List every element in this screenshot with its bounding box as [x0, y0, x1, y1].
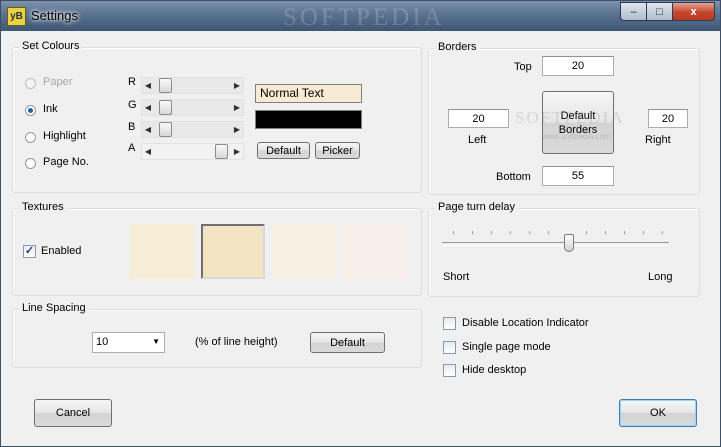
borders-title: Borders	[435, 41, 480, 53]
single-page-checkbox[interactable]	[443, 341, 456, 354]
maximize-button[interactable]: □	[646, 2, 672, 21]
set-colours-group: Set Colours Paper Ink Highlight Page No.…	[12, 40, 422, 193]
picker-button[interactable]: Picker	[315, 142, 360, 159]
slider-b[interactable]: ◀ ▶	[141, 121, 244, 138]
slider-g[interactable]: ◀ ▶	[141, 99, 244, 116]
slider-r-thumb[interactable]	[159, 78, 173, 93]
slider-right-arrow-icon[interactable]: ▶	[231, 78, 243, 93]
radio-ink-label: Ink	[43, 103, 58, 115]
channel-b-label: B	[128, 121, 136, 133]
single-page-label: Single page mode	[462, 341, 551, 353]
channel-g-label: G	[128, 99, 137, 111]
slider-right-arrow-icon[interactable]: ▶	[231, 144, 243, 159]
dialog-client: Set Colours Paper Ink Highlight Page No.…	[9, 31, 712, 439]
page-turn-delay-track[interactable]	[442, 242, 669, 246]
line-spacing-unit-label: (% of line height)	[195, 336, 278, 348]
channel-a-label: A	[128, 142, 136, 154]
page-turn-delay-title: Page turn delay	[435, 201, 519, 213]
textures-enabled-checkbox[interactable]: ✓	[23, 245, 36, 258]
border-bottom-input[interactable]: 55	[542, 166, 614, 186]
textures-title: Textures	[19, 201, 67, 213]
slider-left-arrow-icon[interactable]: ◀	[142, 122, 154, 137]
hide-desktop-checkbox[interactable]	[443, 364, 456, 377]
slider-b-thumb[interactable]	[159, 122, 173, 137]
chevron-down-icon[interactable]: ▼	[152, 337, 160, 346]
border-top-label: Top	[514, 61, 532, 73]
page-turn-delay-thumb[interactable]	[564, 234, 575, 252]
channel-r-label: R	[128, 76, 136, 88]
window-title: Settings	[31, 8, 78, 23]
textures-group: Textures ✓ Enabled	[12, 201, 422, 296]
page-turn-delay-group: Page turn delay Short Long	[428, 201, 700, 297]
watermark: SOFTPEDIA	[283, 4, 445, 31]
radio-page-no[interactable]	[25, 158, 36, 169]
ok-button[interactable]: OK	[619, 399, 697, 427]
colour-default-button[interactable]: Default	[257, 142, 310, 159]
hide-desktop-label: Hide desktop	[462, 364, 527, 376]
delay-short-label: Short	[443, 271, 470, 283]
line-spacing-title: Line Spacing	[19, 302, 89, 314]
radio-page-no-label: Page No.	[43, 156, 89, 168]
disable-location-label: Disable Location Indicator	[462, 317, 589, 329]
textures-enabled-label: Enabled	[41, 245, 82, 257]
line-spacing-default-button[interactable]: Default	[310, 332, 385, 353]
slider-r[interactable]: ◀ ▶	[141, 77, 244, 94]
close-button[interactable]: x	[672, 2, 715, 21]
border-top-input[interactable]: 20	[542, 56, 614, 76]
slider-left-arrow-icon[interactable]: ◀	[142, 78, 154, 93]
radio-ink[interactable]	[25, 105, 36, 116]
colour-preview-swatch	[255, 110, 362, 129]
slider-left-arrow-icon[interactable]: ◀	[142, 144, 154, 159]
line-spacing-value: 10	[96, 336, 109, 348]
radio-highlight[interactable]	[25, 132, 36, 143]
borders-watermark: SOFTPEDIA	[515, 108, 625, 127]
minimize-button[interactable]: –	[620, 2, 646, 21]
border-left-label: Left	[468, 134, 487, 146]
borders-watermark-url: www.softpedia.com	[542, 132, 611, 141]
slider-right-arrow-icon[interactable]: ▶	[231, 122, 243, 137]
slider-g-thumb[interactable]	[159, 100, 173, 115]
texture-swatch[interactable]	[343, 224, 407, 279]
radio-highlight-label: Highlight	[43, 130, 86, 142]
radio-paper-label: Paper	[43, 76, 73, 88]
texture-swatch[interactable]	[201, 224, 265, 279]
line-spacing-group: Line Spacing 10 ▼ (% of line height) Def…	[12, 302, 422, 368]
cancel-button[interactable]: Cancel	[34, 399, 112, 427]
border-right-label: Right	[645, 134, 671, 146]
borders-group: Borders Top 20 20 Left Default Borders S…	[428, 41, 700, 195]
title-bar[interactable]: yB Settings SOFTPEDIA – □ x	[1, 1, 720, 31]
radio-paper[interactable]	[25, 78, 36, 89]
line-spacing-select[interactable]: 10 ▼	[92, 332, 165, 353]
set-colours-title: Set Colours	[19, 40, 83, 52]
disable-location-checkbox[interactable]	[443, 317, 456, 330]
app-icon: yB	[7, 7, 26, 26]
texture-swatch[interactable]	[272, 224, 336, 279]
slider-right-arrow-icon[interactable]: ▶	[231, 100, 243, 115]
slider-a[interactable]: ◀ ▶	[141, 143, 244, 160]
colour-preview-text: Normal Text	[255, 84, 362, 103]
border-left-input[interactable]: 20	[448, 109, 509, 128]
settings-window: yB Settings SOFTPEDIA – □ x Set Colours …	[0, 0, 721, 447]
delay-long-label: Long	[648, 271, 673, 283]
border-right-input[interactable]: 20	[648, 109, 688, 128]
texture-swatch[interactable]	[130, 224, 194, 279]
slider-a-thumb[interactable]	[214, 144, 228, 159]
slider-left-arrow-icon[interactable]: ◀	[142, 100, 154, 115]
border-bottom-label: Bottom	[496, 171, 531, 183]
